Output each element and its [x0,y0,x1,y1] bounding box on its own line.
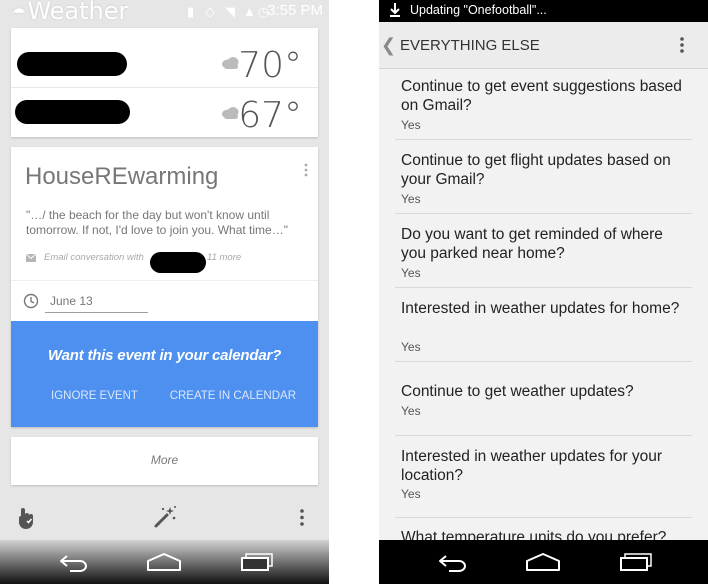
home-icon[interactable] [525,552,561,572]
clock-icon [23,293,39,309]
home-icon[interactable] [146,552,182,572]
event-title: HouseREwarming [25,163,219,190]
setting-value: Yes [401,404,421,418]
right-screen: Updating "Onefootball"... ❮ EVERYTHING E… [379,0,708,584]
redacted-location [17,52,127,76]
right-status-bar: Updating "Onefootball"... [379,0,708,22]
calendar-prompt: Want this event in your calendar? IGNORE… [11,321,318,427]
action-bar: ❮ EVERYTHING ELSE [379,22,708,69]
ignore-event-button[interactable]: IGNORE EVENT [51,390,138,402]
setting-question: Interested in weather updates for home? [401,300,680,317]
overflow-menu-icon[interactable] [680,37,684,53]
temperature: 70° [238,45,302,86]
left-status-bar: ☂Weather ▮ ◇ ◥ ▲ ◷ 3:55 PM [0,0,329,25]
setting-value: Yes [401,266,421,280]
back-icon[interactable] [58,552,90,572]
setting-question: Continue to get flight updates based on … [401,152,671,188]
back-icon[interactable] [437,552,469,572]
more-button[interactable]: More [11,437,318,485]
setting-question: Continue to get weather updates? [401,383,634,400]
weather-row[interactable]: 67° [11,87,318,137]
overflow-menu-icon[interactable] [300,509,304,526]
event-snippet: "…/ the beach for the day but won't know… [26,208,288,237]
app-title-text: Weather [27,0,129,25]
email-source-prefix: Email conversation with [44,252,144,263]
tag-icon: ◇ [205,4,215,19]
umbrella-icon: ☂ [12,4,27,23]
setting-item[interactable]: Continue to get event suggestions based … [379,70,708,140]
status-notification-text: Updating "Onefootball"... [410,3,547,17]
setting-value: Yes [401,340,421,354]
wifi-icon: ◥ [225,4,235,19]
left-screen: ☂Weather ▮ ◇ ◥ ▲ ◷ 3:55 PM 70° 67° House… [0,0,329,584]
envelope-icon [26,254,36,262]
more-label: More [150,453,179,467]
create-in-calendar-button[interactable]: CREATE IN CALENDAR [170,390,296,402]
setting-value: Yes [401,118,421,132]
calendar-question: Want this event in your calendar? [47,347,282,364]
status-time: 3:55 PM [267,2,323,19]
redacted-location [15,100,130,124]
weather-card[interactable]: 70° 67° [11,28,318,137]
navigation-bar [379,540,708,584]
app-title: ☂Weather [12,0,128,25]
hand-icon[interactable] [17,506,37,530]
setting-item[interactable]: Interested in weather updates for your l… [379,436,708,518]
setting-item[interactable]: Do you want to get reminded of where you… [379,214,708,288]
setting-item[interactable]: Continue to get weather updates? Yes [379,362,708,436]
setting-question: Do you want to get reminded of where you… [401,226,663,262]
setting-question: Interested in weather updates for your l… [401,448,663,484]
chevron-left-icon[interactable]: ❮ [381,35,396,56]
email-source-suffix: 11 more [207,252,242,263]
navigation-bar [0,540,329,584]
weather-row[interactable]: 70° [11,37,318,87]
setting-item[interactable]: What temperature units do you prefer? [379,518,708,540]
signal-icon: ▲ [243,4,256,19]
download-icon [390,3,400,17]
setting-item[interactable]: Continue to get flight updates based on … [379,140,708,214]
setting-item[interactable]: Interested in weather updates for home? … [379,288,708,362]
setting-question: Continue to get event suggestions based … [401,78,682,114]
event-date-field[interactable]: June 13 [45,293,148,313]
setting-question: What temperature units do you prefer? [401,529,667,540]
recents-icon[interactable] [619,552,653,572]
redacted-name [150,252,206,273]
magic-wand-icon[interactable] [152,504,178,530]
setting-value: Yes [401,192,421,206]
event-card[interactable]: HouseREwarming "…/ the beach for the day… [11,147,318,427]
divider [11,280,318,281]
temperature: 67° [238,95,302,136]
setting-value: Yes [401,487,421,501]
card-menu-icon[interactable] [304,163,308,177]
recents-icon[interactable] [240,552,274,572]
settings-list: Continue to get event suggestions based … [379,70,708,540]
notification-icon: ▮ [187,4,195,19]
page-title[interactable]: EVERYTHING ELSE [400,37,540,54]
bottom-toolbar [0,495,329,540]
